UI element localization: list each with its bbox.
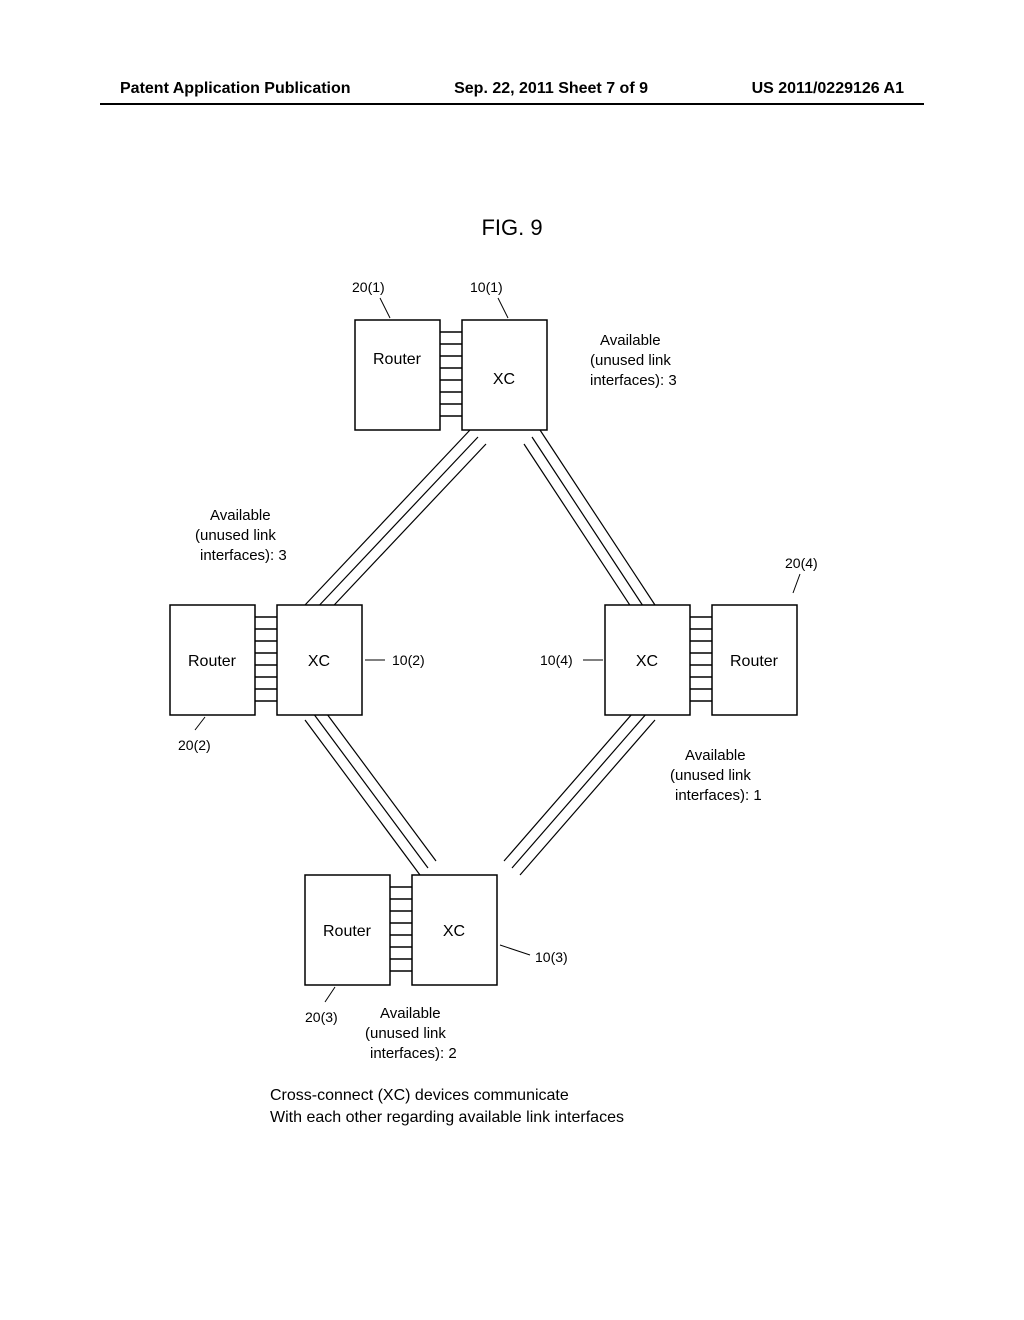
node-top: Router XC 20(1) 10(1) Available (unused … — [352, 279, 677, 430]
xc-ref: 10(2) — [392, 652, 425, 668]
avail-line2: (unused link — [670, 767, 751, 784]
header-right: US 2011/0229126 A1 — [752, 80, 904, 98]
router-label: Router — [323, 923, 372, 940]
node-bottom: Router XC 10(3) 20(3) Available (unused … — [305, 875, 568, 1062]
router-ref: 20(4) — [785, 555, 818, 571]
header-left: Patent Application Publication — [120, 80, 351, 98]
avail-line2: (unused link — [365, 1025, 446, 1042]
avail-line1: Available — [210, 507, 271, 524]
page-header: Patent Application Publication Sep. 22, … — [0, 80, 1024, 98]
xc-ref: 10(1) — [470, 279, 503, 295]
xc-ref: 10(4) — [540, 652, 573, 668]
diagram-canvas: Router XC 20(1) 10(1) Available (unused … — [100, 250, 924, 1070]
caption-line1: Cross-connect (XC) devices communicate — [270, 1085, 624, 1107]
router-label: Router — [730, 653, 779, 670]
avail-line3: interfaces): 3 — [590, 372, 677, 389]
xc-label: XC — [308, 653, 330, 670]
avail-line2: (unused link — [590, 352, 671, 369]
avail-line2: (unused link — [195, 527, 276, 544]
avail-line1: Available — [685, 747, 746, 764]
header-center: Sep. 22, 2011 Sheet 7 of 9 — [454, 80, 648, 98]
figure-title: FIG. 9 — [0, 215, 1024, 241]
router-ref: 20(3) — [305, 1009, 338, 1025]
xc-label: XC — [636, 653, 658, 670]
network-diagram: Router XC 20(1) 10(1) Available (unused … — [100, 250, 924, 1070]
router-ref: 20(1) — [352, 279, 385, 295]
avail-line3: interfaces): 1 — [675, 787, 762, 804]
header-rule — [100, 103, 924, 105]
router-box — [355, 320, 440, 430]
router-label: Router — [188, 653, 237, 670]
figure-caption: Cross-connect (XC) devices communicate W… — [270, 1085, 624, 1130]
avail-line1: Available — [600, 332, 661, 349]
xc-label: XC — [493, 371, 515, 388]
caption-line2: With each other regarding available link… — [270, 1107, 624, 1129]
xc-label: XC — [443, 923, 465, 940]
avail-line3: interfaces): 3 — [200, 547, 287, 564]
router-ref: 20(2) — [178, 737, 211, 753]
xc-ref: 10(3) — [535, 949, 568, 965]
node-left: Router XC 10(2) 20(2) Available (unused … — [170, 507, 425, 753]
node-right: XC Router 10(4) 20(4) Available (unused … — [540, 555, 818, 804]
router-label: Router — [373, 351, 422, 368]
avail-line1: Available — [380, 1005, 441, 1022]
avail-line3: interfaces): 2 — [370, 1045, 457, 1062]
